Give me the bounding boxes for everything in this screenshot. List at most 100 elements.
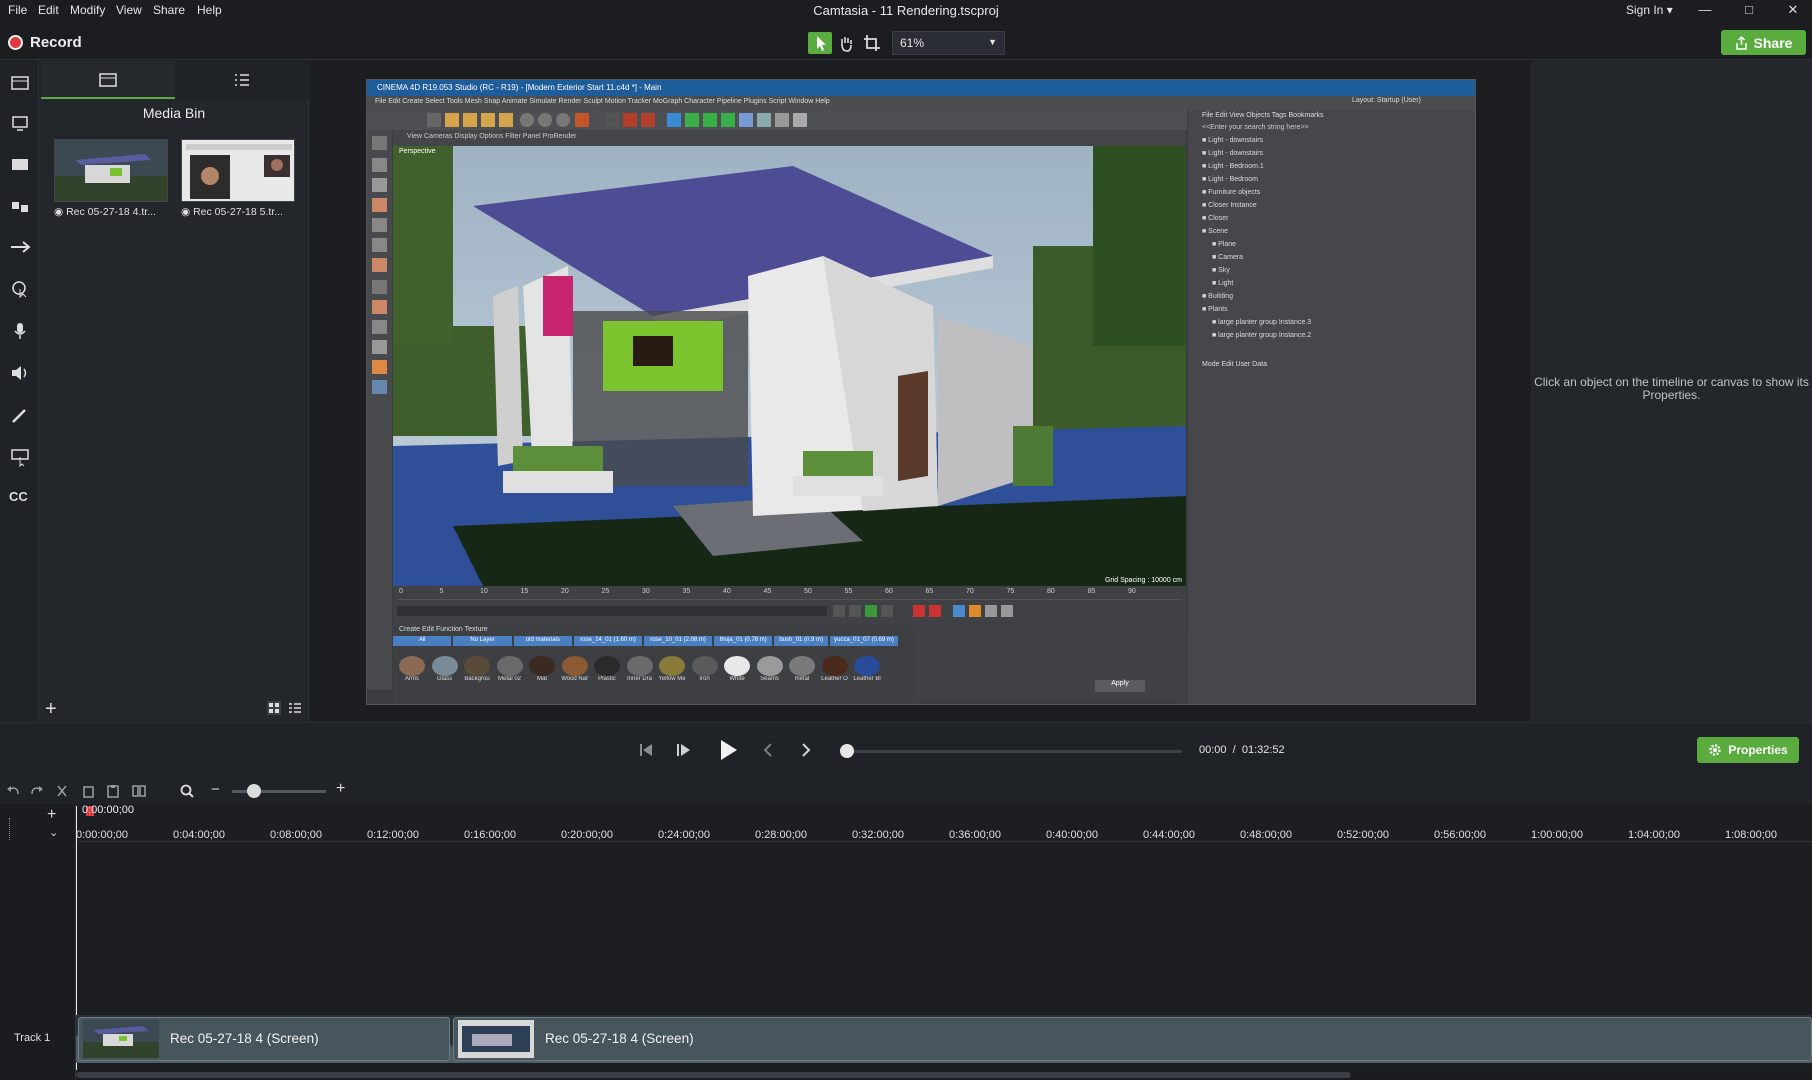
grid-view-icon[interactable] (267, 701, 281, 715)
c4d-frame-tick: 15 (520, 588, 529, 595)
chevron-down-icon[interactable]: ⌄ (49, 826, 58, 839)
microphone-icon[interactable] (9, 321, 31, 341)
ruler-tick-label: 1:04:00;00 (1628, 829, 1680, 841)
tab-library[interactable] (175, 61, 309, 99)
timeline-clip[interactable]: Rec 05-27-18 4 (Screen) (453, 1017, 1812, 1061)
clip-thumbnail (83, 1020, 159, 1058)
audio-effects-icon[interactable] (9, 363, 31, 383)
c4d-menu-bar: File Edit Create Select Tools Mesh Snap … (367, 96, 1475, 110)
material-swatch: Yellow Me (657, 656, 687, 696)
chevron-down-icon: ▼ (988, 37, 997, 47)
menu-view[interactable]: View (116, 3, 142, 17)
cursor-effects-icon[interactable] (9, 279, 31, 299)
c4d-timeline: 0 5 10 15 20 25 30 35 40 45 50 55 60 65 70 75 80 85 90 (393, 586, 1186, 626)
play-icon[interactable] (713, 736, 741, 764)
menu-file[interactable]: File (8, 3, 27, 17)
crop-tool-icon[interactable] (860, 32, 884, 54)
media-item[interactable]: ◉ Rec 05-27-18 5.tr... (181, 139, 295, 221)
select-tool-icon[interactable] (808, 32, 832, 54)
captions-icon[interactable]: CC (9, 489, 31, 509)
zoom-value: 61% (900, 36, 925, 50)
c4d-frame-tick: 70 (966, 588, 974, 595)
preview-canvas[interactable]: CINEMA 4D R19.053 Studio (RC - R19) - [M… (366, 79, 1476, 705)
next-marker-icon[interactable] (795, 739, 817, 761)
properties-button[interactable]: Properties (1697, 737, 1799, 763)
menu-edit[interactable]: Edit (38, 3, 59, 17)
step-forward-icon[interactable] (672, 739, 694, 761)
interactivity-icon[interactable] (9, 447, 31, 468)
c4d-object-row: ■ Sky (1212, 267, 1230, 274)
undo-icon[interactable] (5, 783, 21, 799)
track-label: Track 1 (14, 1032, 51, 1044)
list-view-icon[interactable] (288, 701, 302, 715)
record-icon (8, 34, 23, 50)
radio-icon: ◉ (181, 206, 191, 218)
c4d-frame-tick: 40 (723, 588, 731, 595)
c4d-object-row: ■ Furniture objects (1202, 189, 1261, 196)
menu-help[interactable]: Help (197, 3, 222, 17)
magnet-icon[interactable] (9, 818, 15, 840)
previous-marker-icon[interactable] (757, 739, 779, 761)
c4d-frame-tick: 55 (844, 588, 853, 595)
add-track-icon[interactable]: + (47, 806, 56, 824)
copy-icon[interactable] (80, 783, 96, 799)
paste-icon[interactable] (105, 783, 121, 799)
behaviors-icon[interactable] (9, 237, 31, 257)
media-icon[interactable] (9, 73, 31, 93)
c4d-frame-tick: 65 (925, 588, 934, 595)
timeline-scroll-thumb[interactable] (76, 1072, 1351, 1078)
step-back-icon[interactable] (635, 739, 657, 761)
zoom-out-icon[interactable]: − (211, 781, 220, 798)
gear-icon (1709, 744, 1722, 756)
visual-effects-icon[interactable] (9, 405, 31, 425)
media-thumbnail (181, 139, 295, 202)
object-list: ■ Light - downstairs ■ Light - downstairs… (1188, 137, 1468, 357)
title-bar: File Edit Modify View Share Help Camtasi… (0, 0, 1812, 24)
time-ruler[interactable]: 0:00:00;00 0:04:00;00 0:08:00;00 0:12:00;00… (76, 804, 1812, 842)
media-bin-title: Media Bin (142, 105, 206, 121)
menu-modify[interactable]: Modify (70, 3, 105, 17)
zoom-in-icon[interactable]: + (336, 780, 345, 798)
c4d-frame-slider (397, 606, 827, 616)
properties-panel: Click an object on the timeline or canva… (1531, 61, 1812, 721)
share-button[interactable]: Share (1721, 30, 1806, 55)
c4d-object-row: ■ Light - Bedroom (1202, 176, 1258, 183)
maximize-icon[interactable]: □ (1734, 2, 1764, 22)
c4d-object-row: ■ large planter group Instance.3 (1212, 319, 1312, 326)
tab-media-bin[interactable] (41, 61, 175, 99)
record-button[interactable]: Record (8, 31, 82, 53)
timeline-zoom-handle[interactable] (247, 784, 261, 798)
timeline-scrollbar[interactable] (76, 1070, 1812, 1080)
transitions-icon[interactable] (9, 196, 31, 216)
material-swatch: Arms (397, 656, 427, 696)
c4d-object-row: ■ Plane (1212, 241, 1237, 248)
material-tabs: All No Layer old materials rose_14_01 (1… (393, 636, 898, 646)
cut-icon[interactable] (54, 783, 70, 799)
c4d-object-row: ■ Scene (1202, 228, 1229, 235)
zoom-icon[interactable] (179, 783, 195, 799)
ruler-tick-label: 1:00:00;00 (1531, 829, 1583, 841)
split-icon[interactable] (131, 783, 147, 799)
ruler-tick-label: 0:32:00;00 (852, 829, 904, 841)
scrub-track[interactable] (847, 750, 1182, 753)
add-media-icon[interactable]: + (45, 698, 57, 721)
annotations-icon[interactable] (9, 155, 31, 175)
zoom-select[interactable]: 61% ▼ (892, 31, 1005, 55)
close-icon[interactable]: ✕ (1778, 2, 1808, 22)
track-1[interactable]: Rec 05-27-18 4 (Screen) Rec 05-27-18 4 (… (76, 1015, 1812, 1063)
c4d-title-bar: CINEMA 4D R19.053 Studio (RC - R19) - [M… (367, 80, 1475, 96)
media-item[interactable]: ◉ Rec 05-27-18 4.tr... (54, 139, 168, 221)
scrub-handle[interactable] (840, 744, 854, 758)
pan-tool-icon[interactable] (834, 32, 858, 54)
ruler-tick-label: 0:36:00;00 (949, 829, 1001, 841)
sign-in-button[interactable]: Sign In ▾ (1626, 3, 1673, 17)
menu-share[interactable]: Share (153, 3, 185, 17)
clip-label: Rec 05-27-18 4 (Screen) (545, 1031, 694, 1046)
ruler-tick-label: 0:28:00;00 (755, 829, 807, 841)
minimize-icon[interactable]: — (1690, 2, 1720, 22)
library-icon[interactable] (9, 113, 31, 133)
timeline-clip[interactable]: Rec 05-27-18 4 (Screen) (78, 1017, 450, 1061)
tool-rail: CC (0, 61, 39, 721)
redo-icon[interactable] (29, 783, 45, 799)
c4d-frame-tick: 75 (1006, 588, 1015, 595)
